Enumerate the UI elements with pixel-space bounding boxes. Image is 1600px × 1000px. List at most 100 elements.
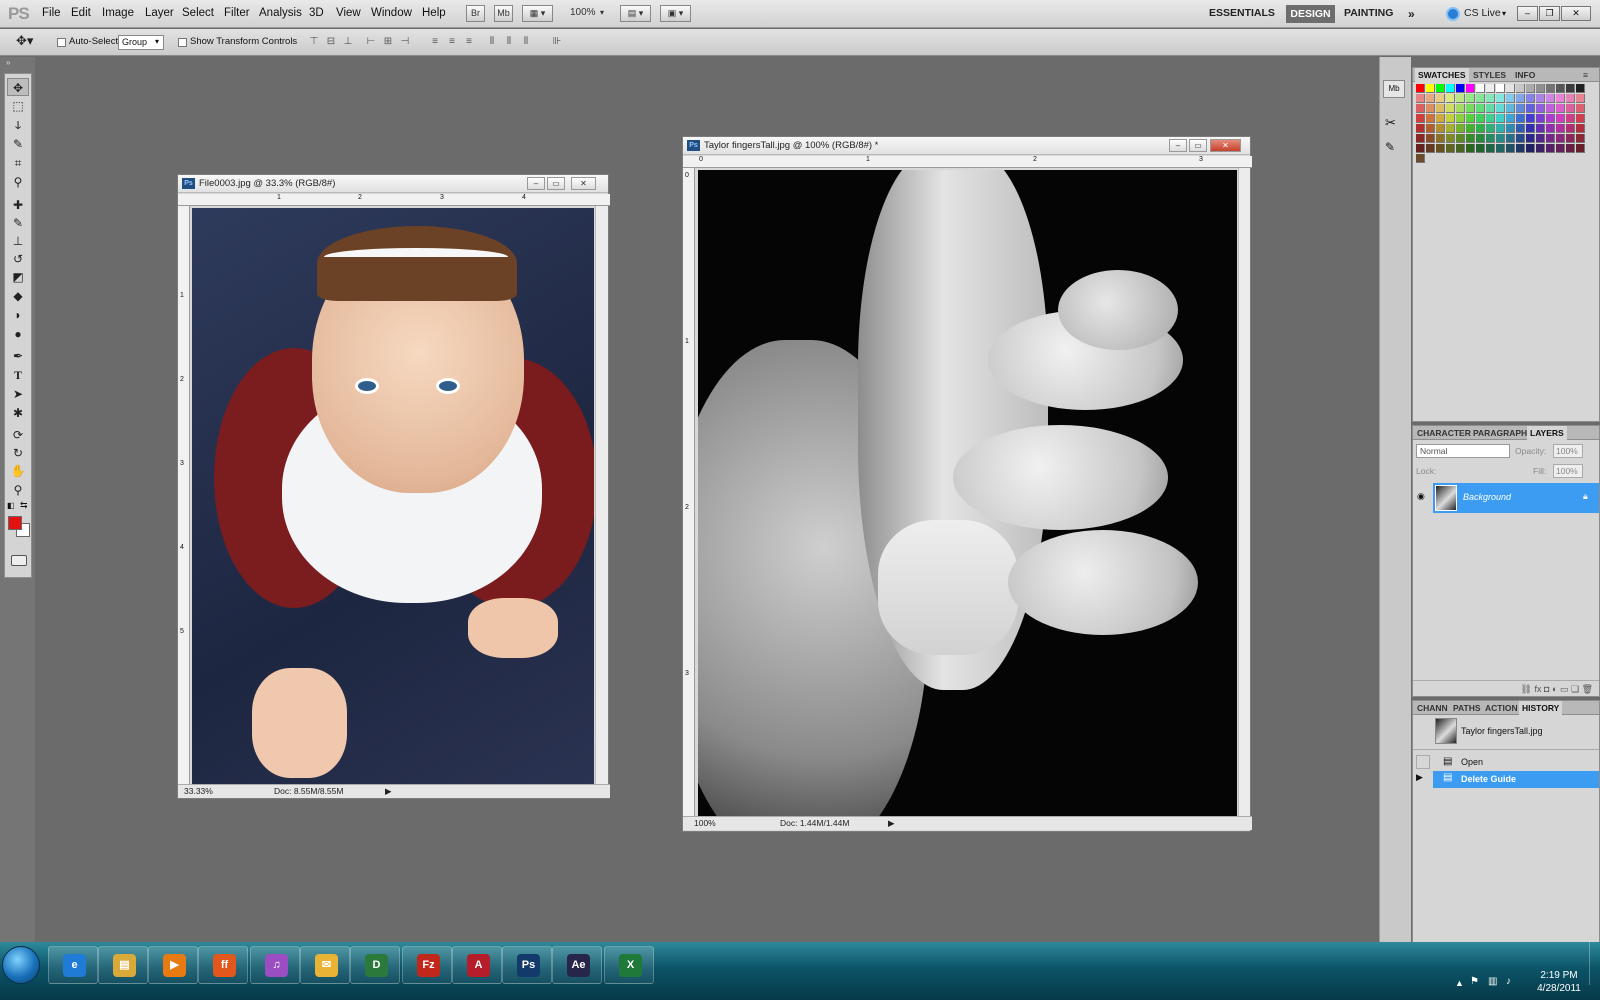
swatch[interactable]: [1526, 94, 1535, 103]
swatch[interactable]: [1416, 94, 1425, 103]
swatch[interactable]: [1506, 114, 1515, 123]
swatch[interactable]: [1576, 84, 1585, 93]
taskbar-dreamweaver-button[interactable]: D: [350, 946, 400, 984]
adjustment-layer-icon[interactable]: ◐: [1552, 684, 1557, 694]
menu-view[interactable]: View: [336, 7, 361, 19]
path-selection-tool-icon[interactable]: ➤: [7, 385, 29, 403]
menu-edit[interactable]: Edit: [71, 7, 91, 19]
view-extras-button[interactable]: ▦ ▾: [522, 5, 553, 22]
swatch[interactable]: [1436, 134, 1445, 143]
taskbar-photoshop-button[interactable]: Ps: [502, 946, 552, 984]
swatch[interactable]: [1526, 104, 1535, 113]
start-button-icon[interactable]: [2, 946, 40, 984]
swatch[interactable]: [1546, 84, 1555, 93]
tab-layers[interactable]: LAYERS: [1527, 426, 1567, 440]
swatch[interactable]: [1466, 104, 1475, 113]
quick-mask-icon[interactable]: [11, 555, 27, 566]
tab-paragraph[interactable]: PARAGRAPH: [1473, 428, 1527, 438]
swatch[interactable]: [1566, 144, 1575, 153]
swatch[interactable]: [1486, 124, 1495, 133]
doc-minimize-button[interactable]: –: [527, 177, 545, 190]
status-menu-arrow-icon[interactable]: ▶: [385, 785, 392, 798]
align-top-icon[interactable]: ⊤: [307, 36, 321, 49]
swatch[interactable]: [1456, 104, 1465, 113]
tab-swatches[interactable]: SWATCHES: [1415, 68, 1469, 82]
align-hcenter-icon[interactable]: ⊞: [381, 36, 395, 49]
new-layer-icon[interactable]: ❏: [1571, 684, 1579, 694]
zoom-field[interactable]: 100%: [694, 817, 716, 830]
brush-tool-icon[interactable]: ✎: [7, 214, 29, 232]
swatch[interactable]: [1506, 134, 1515, 143]
swatch[interactable]: [1476, 104, 1485, 113]
swatch[interactable]: [1556, 104, 1565, 113]
swatch[interactable]: [1486, 94, 1495, 103]
swatch[interactable]: [1546, 144, 1555, 153]
zoom-level-dropdown[interactable]: 100%: [570, 7, 596, 18]
brush-presets-icon[interactable]: ✎: [1385, 140, 1395, 154]
tab-styles[interactable]: STYLES: [1473, 70, 1506, 80]
swatch[interactable]: [1576, 114, 1585, 123]
show-hidden-icons-icon[interactable]: ▲: [1455, 978, 1464, 988]
swatch[interactable]: [1566, 124, 1575, 133]
menu-file[interactable]: File: [42, 7, 61, 19]
zoom-field[interactable]: 33.33%: [184, 785, 213, 798]
tab-paths[interactable]: PATHS: [1453, 703, 1481, 713]
layer-visibility-eye-icon[interactable]: ◉: [1417, 491, 1425, 502]
swatch[interactable]: [1456, 84, 1465, 93]
network-icon[interactable]: ▥: [1488, 976, 1497, 987]
menu-image[interactable]: Image: [102, 7, 134, 19]
history-brush-source-box[interactable]: [1416, 755, 1430, 769]
swatch[interactable]: [1526, 134, 1535, 143]
swatch[interactable]: [1516, 124, 1525, 133]
distribute-left-icon[interactable]: ⫴: [485, 36, 499, 49]
paint-bucket-tool-icon[interactable]: ◆: [7, 287, 29, 305]
vertical-scrollbar[interactable]: [1238, 168, 1250, 816]
swatch[interactable]: [1426, 104, 1435, 113]
flag-icon[interactable]: ⚑: [1470, 976, 1479, 987]
swatch[interactable]: [1436, 114, 1445, 123]
taskbar-excel-button[interactable]: X: [604, 946, 654, 984]
swatch-grid[interactable]: [1416, 84, 1585, 174]
swatch[interactable]: [1446, 84, 1455, 93]
swatch[interactable]: [1516, 114, 1525, 123]
swatch[interactable]: [1556, 84, 1565, 93]
menu-help[interactable]: Help: [422, 7, 446, 19]
snapshot-name[interactable]: Taylor fingersTall.jpg: [1461, 726, 1543, 736]
more-workspaces-icon[interactable]: »: [1408, 7, 1415, 21]
dodge-tool-icon[interactable]: ●: [7, 325, 29, 343]
pen-tool-icon[interactable]: ✒: [7, 347, 29, 365]
swatch[interactable]: [1416, 114, 1425, 123]
align-left-icon[interactable]: ⊢: [364, 36, 378, 49]
swatch[interactable]: [1446, 124, 1455, 133]
document-title-bar[interactable]: Ps File0003.jpg @ 33.3% (RGB/8#) – ▭ ✕: [178, 175, 608, 193]
blur-tool-icon[interactable]: ◗: [7, 306, 29, 324]
swatch[interactable]: [1486, 84, 1495, 93]
swatch[interactable]: [1556, 144, 1565, 153]
swap-colors-icon[interactable]: ⇆: [20, 500, 28, 511]
menu-select[interactable]: Select: [182, 7, 214, 19]
taskbar-internet-explorer-button[interactable]: e: [48, 946, 98, 984]
distribute-right-icon[interactable]: ⫴: [519, 36, 533, 49]
swatch[interactable]: [1486, 104, 1495, 113]
taskbar-acrobat-button[interactable]: A: [452, 946, 502, 984]
swatch[interactable]: [1556, 124, 1565, 133]
swatch[interactable]: [1466, 144, 1475, 153]
distribute-vcenter-icon[interactable]: ≡: [445, 36, 459, 49]
canvas-fingers-photo[interactable]: [698, 170, 1237, 816]
layer-name[interactable]: Background: [1463, 492, 1511, 502]
swatch[interactable]: [1556, 134, 1565, 143]
hand-tool-icon[interactable]: ✋: [7, 462, 29, 480]
swatch[interactable]: [1506, 144, 1515, 153]
tool-presets-icon[interactable]: ✂: [1385, 115, 1396, 131]
auto-align-icon[interactable]: ⊪: [550, 36, 564, 49]
swatch[interactable]: [1506, 84, 1515, 93]
swatch[interactable]: [1476, 84, 1485, 93]
clock-date[interactable]: 4/28/2011: [1534, 983, 1584, 994]
bridge-button[interactable]: Br: [466, 5, 485, 22]
add-mask-icon[interactable]: ◘: [1544, 684, 1549, 694]
swatch[interactable]: [1546, 114, 1555, 123]
swatch[interactable]: [1456, 114, 1465, 123]
taskbar-firefox-button[interactable]: ff: [198, 946, 248, 984]
swatch[interactable]: [1526, 144, 1535, 153]
swatch[interactable]: [1496, 144, 1505, 153]
